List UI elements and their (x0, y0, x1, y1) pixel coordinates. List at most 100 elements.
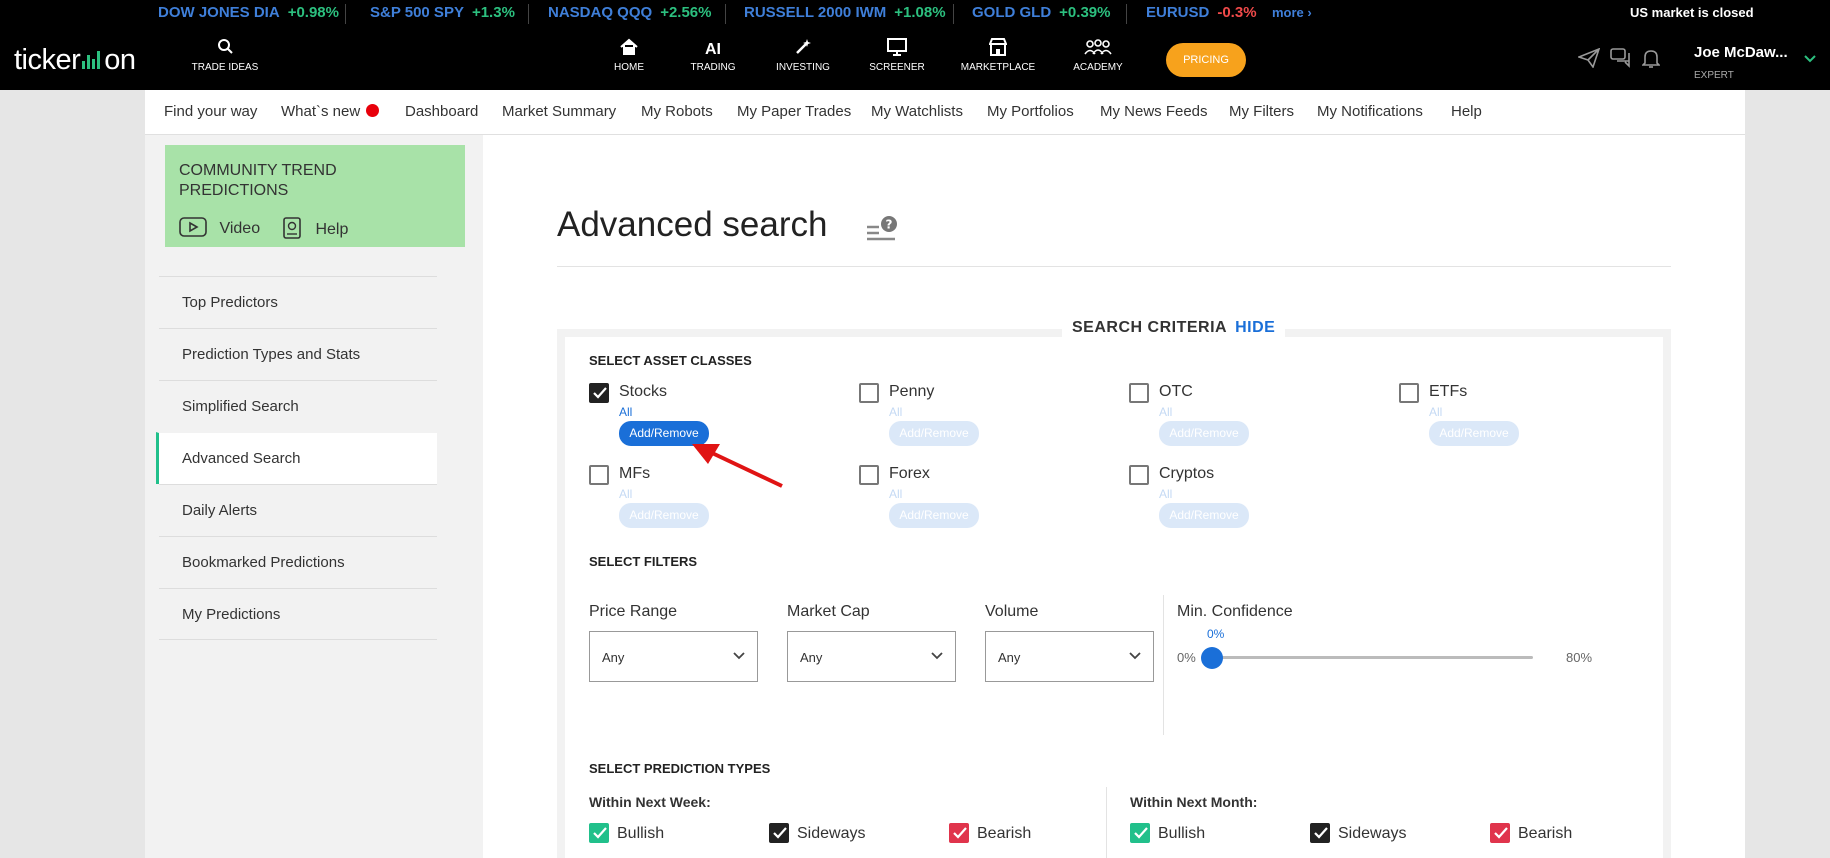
stocks-label: Stocks (619, 383, 668, 400)
market-cap-select[interactable]: Any (787, 631, 956, 682)
asset-forex: Forex All Add/Remove (859, 465, 1099, 535)
confidence-slider-track[interactable] (1211, 656, 1533, 659)
week-bearish-checkbox[interactable] (949, 823, 969, 843)
promo-video-link[interactable]: Video (179, 217, 260, 238)
within-next-month-label: Within Next Month: (1130, 794, 1258, 810)
chat-icon[interactable] (1610, 48, 1632, 73)
search-icon (190, 28, 260, 58)
ticker-item[interactable]: EURUSD -0.3% (1146, 0, 1257, 28)
ticker-item[interactable]: NASDAQ QQQ +2.56% (548, 0, 711, 28)
forex-add-remove-button: Add/Remove (889, 503, 979, 528)
etfs-checkbox[interactable] (1399, 383, 1419, 403)
nav-trade-ideas[interactable]: TRADE IDEAS (190, 28, 260, 90)
asset-mfs: MFs All Add/Remove (589, 465, 829, 535)
user-name[interactable]: Joe McDaw... (1694, 44, 1788, 61)
subnav-find-your-way[interactable]: Find your way (164, 103, 257, 120)
penny-add-remove-button: Add/Remove (889, 421, 979, 446)
search-criteria-panel: SEARCH CRITERIA HIDE SELECT ASSET CLASSES… (557, 319, 1671, 858)
month-sideways-checkbox[interactable] (1310, 823, 1330, 843)
price-range-select[interactable]: Any (589, 631, 758, 682)
subnav-market-summary[interactable]: Market Summary (502, 103, 616, 120)
send-icon[interactable] (1576, 47, 1601, 73)
subnav-my-watchlists[interactable]: My Watchlists (871, 103, 963, 120)
market-status: US market is closed (1630, 5, 1754, 20)
ticker-more-link[interactable]: more › (1272, 0, 1312, 26)
nav-screener[interactable]: SCREENER (869, 28, 925, 90)
help-list-icon[interactable]: ? (865, 215, 899, 247)
asset-penny: Penny All Add/Remove (859, 383, 1099, 453)
cryptos-checkbox[interactable] (1129, 465, 1149, 485)
confidence-max-label: 80% (1566, 650, 1593, 665)
confidence-current-value: 0% (1207, 627, 1225, 641)
promo-help-link[interactable]: Help (283, 217, 348, 239)
main-navbar: ticker on TRADE IDEAS HOME AI TRADING INV… (0, 28, 1830, 90)
nav-investing[interactable]: INVESTING (775, 28, 831, 90)
chevron-down-icon[interactable] (1804, 50, 1816, 68)
tickeron-logo[interactable]: ticker on (14, 44, 136, 77)
mfs-all-link: All (619, 487, 633, 501)
user-role: EXPERT (1694, 70, 1734, 81)
subnav-whats-new[interactable]: What`s new (281, 103, 360, 120)
subnav-my-notifications[interactable]: My Notifications (1317, 103, 1423, 120)
prediction-types-divider (1106, 787, 1107, 858)
pricing-button[interactable]: PRICING (1166, 43, 1246, 77)
chevron-down-icon (1129, 652, 1141, 660)
subnav-my-filters[interactable]: My Filters (1229, 103, 1294, 120)
volume-select[interactable]: Any (985, 631, 1154, 682)
nav-academy[interactable]: ACADEMY (1071, 28, 1125, 90)
subnav-my-news-feeds[interactable]: My News Feeds (1100, 103, 1208, 120)
nav-marketplace[interactable]: MARKETPLACE (960, 28, 1036, 90)
sidebar-item-top-predictors[interactable]: Top Predictors (159, 276, 437, 328)
filters-title: SELECT FILTERS (589, 554, 698, 569)
otc-checkbox[interactable] (1129, 383, 1149, 403)
people-icon (1071, 28, 1125, 58)
subnav-dashboard[interactable]: Dashboard (405, 103, 478, 120)
page-title: Advanced search (557, 205, 828, 244)
sidebar-item-simplified-search[interactable]: Simplified Search (159, 380, 437, 432)
etfs-all-link: All (1429, 405, 1443, 419)
chevron-down-icon (931, 652, 943, 660)
subnav-help[interactable]: Help (1451, 103, 1482, 120)
stocks-add-remove-button[interactable]: Add/Remove (619, 421, 709, 446)
search-criteria-header: SEARCH CRITERIA HIDE (1062, 319, 1286, 337)
week-sideways-checkbox[interactable] (769, 823, 789, 843)
otc-all-link: All (1159, 405, 1173, 419)
ticker-divider (953, 4, 954, 24)
help-book-icon (283, 217, 301, 239)
week-bullish-checkbox[interactable] (589, 823, 609, 843)
subnav-my-robots[interactable]: My Robots (641, 103, 713, 120)
sidebar-item-daily-alerts[interactable]: Daily Alerts (159, 484, 437, 536)
confidence-min-label: 0% (1177, 650, 1196, 665)
sidebar-item-bookmarked-predictions[interactable]: Bookmarked Predictions (159, 536, 437, 588)
etfs-add-remove-button: Add/Remove (1429, 421, 1519, 446)
asset-etfs: ETFs All Add/Remove (1399, 383, 1639, 453)
forex-checkbox[interactable] (859, 465, 879, 485)
volume-label: Volume (985, 603, 1039, 620)
stocks-checkbox[interactable] (589, 383, 609, 403)
new-badge-dot (366, 104, 379, 117)
ticker-item[interactable]: GOLD GLD +0.39% (972, 0, 1110, 28)
sidebar-item-advanced-search[interactable]: Advanced Search (156, 432, 437, 484)
subnav-my-paper-trades[interactable]: My Paper Trades (737, 103, 851, 120)
ticker-item[interactable]: DOW JONES DIA +0.98% (158, 0, 339, 28)
mfs-checkbox[interactable] (589, 465, 609, 485)
month-bullish-checkbox[interactable] (1130, 823, 1150, 843)
penny-all-link: All (889, 405, 903, 419)
asset-stocks: Stocks All Add/Remove (589, 383, 829, 453)
ticker-divider (725, 4, 726, 24)
wand-icon (775, 28, 831, 58)
month-bearish-checkbox[interactable] (1490, 823, 1510, 843)
subnav-my-portfolios[interactable]: My Portfolios (987, 103, 1074, 120)
bell-icon[interactable] (1641, 48, 1661, 73)
sidebar: COMMUNITY TREND PREDICTIONS Video Help T… (145, 135, 483, 858)
stocks-all-link[interactable]: All (619, 405, 632, 419)
sidebar-item-prediction-types[interactable]: Prediction Types and Stats (159, 328, 437, 380)
sidebar-item-my-predictions[interactable]: My Predictions (159, 588, 437, 640)
hide-criteria-link[interactable]: HIDE (1235, 319, 1275, 336)
nav-home[interactable]: HOME (604, 28, 654, 90)
penny-checkbox[interactable] (859, 383, 879, 403)
nav-ai-trading[interactable]: AI TRADING (688, 28, 738, 90)
confidence-slider-handle[interactable] (1201, 647, 1223, 669)
ticker-item[interactable]: RUSSELL 2000 IWM +1.08% (744, 0, 946, 28)
ticker-item[interactable]: S&P 500 SPY +1.3% (370, 0, 515, 28)
